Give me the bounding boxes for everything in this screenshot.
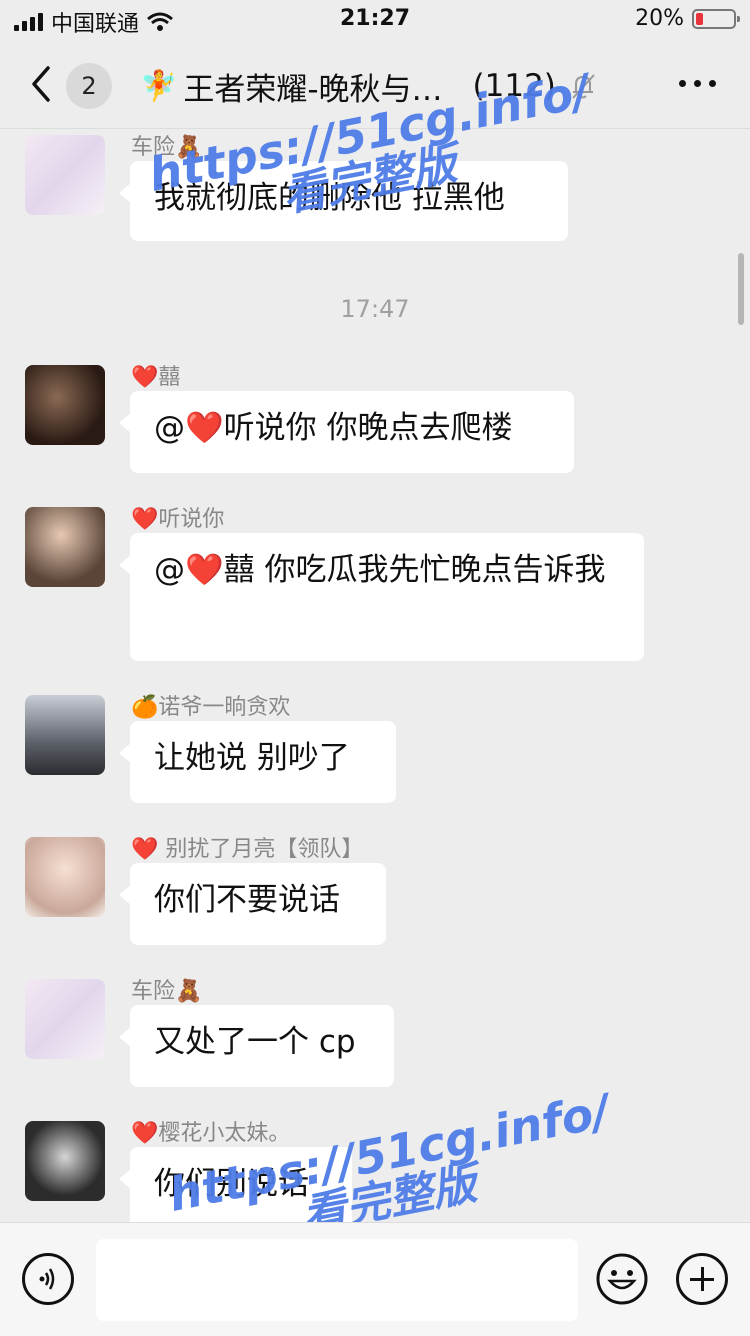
more-dots-icon[interactable] [679,80,716,87]
scrollbar[interactable] [738,253,744,325]
fairy-emoji-icon: 🧚 [140,68,178,104]
message-bubble[interactable]: 你们不要说话 [119,863,386,945]
timestamp: 17:47 [340,295,410,323]
sender-name: ❤️听说你 [131,507,225,532]
message-bubble[interactable]: 让她说 别吵了 [119,721,396,803]
woman-portrait-avatar[interactable] [25,507,105,587]
input-bar [0,1222,750,1336]
status-right: 20% [635,6,740,31]
message-list[interactable]: 车险🧸 我就彻底的删除他 拉黑他 17:47 ❤️囍 @❤️听说你 你晚点去爬楼… [0,129,750,1222]
message-bubble[interactable]: @❤️囍 你吃瓜我先忙晚点告诉我 [119,533,644,661]
battery-percent: 20% [635,6,684,31]
voice-icon[interactable] [22,1253,74,1305]
woman-bright-avatar[interactable] [25,837,105,917]
message-bubble[interactable]: @❤️听说你 你晚点去爬楼 [119,391,574,473]
sender-name: ❤️囍 [131,365,181,390]
battery-icon [692,8,740,29]
bw-woman-avatar[interactable] [25,1121,105,1201]
emoji-icon[interactable] [596,1253,648,1305]
woman-night-avatar[interactable] [25,365,105,445]
sender-name: 车险🧸 [131,979,203,1004]
sender-name: 🍊诺爷一晌贪欢 [131,695,291,720]
status-bar: 中国联通 21:27 20% [0,0,750,44]
message-input[interactable] [96,1239,578,1321]
back-chevron-icon[interactable] [22,62,62,106]
message-bubble[interactable]: 又处了一个 cp [119,1005,394,1087]
sender-name: ❤️樱花小太妹。 [131,1121,291,1146]
plus-icon[interactable] [676,1253,728,1305]
anime-girl-avatar[interactable] [25,979,105,1059]
sender-name: ❤️ 别扰了月亮【领队】 [131,837,364,862]
anime-girl-avatar[interactable] [25,135,105,215]
unread-count-badge[interactable]: 2 [66,63,112,109]
man-silhouette-avatar[interactable] [25,695,105,775]
